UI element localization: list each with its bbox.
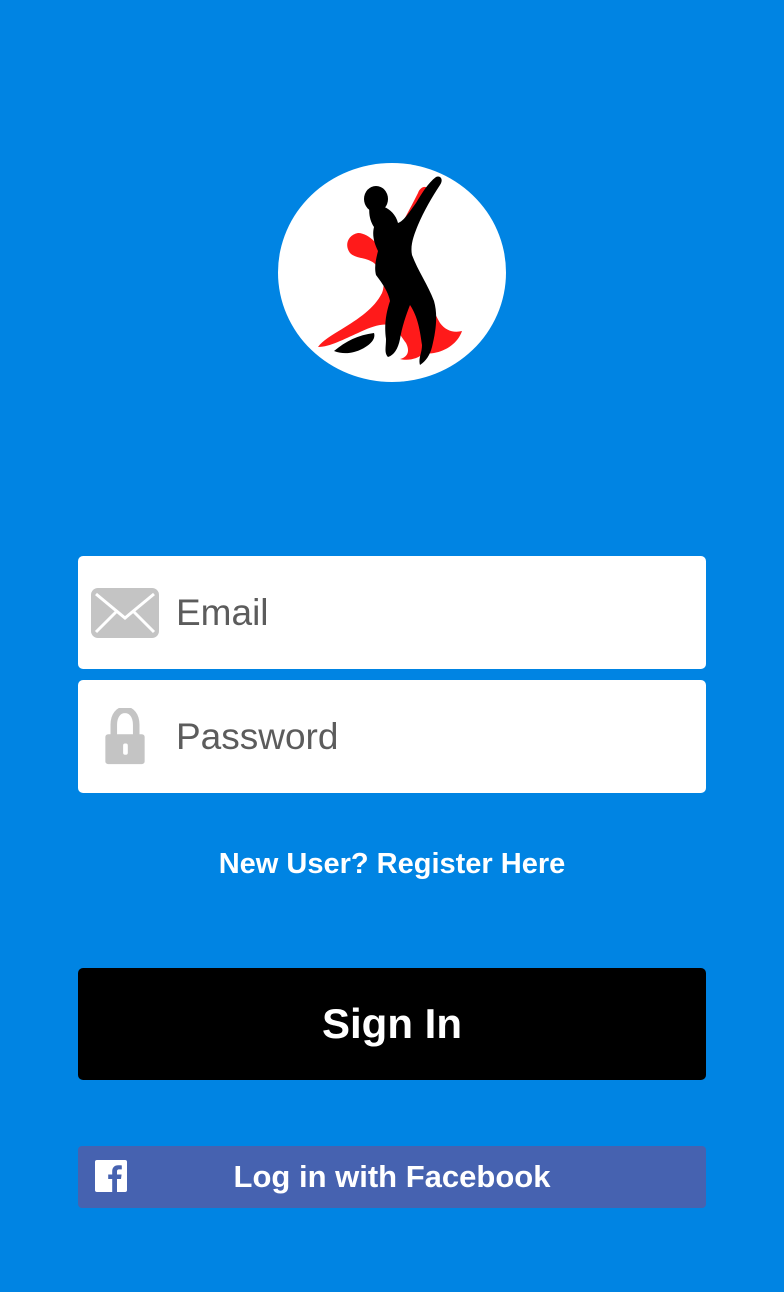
envelope-icon <box>90 584 160 642</box>
facebook-login-label: Log in with Facebook <box>233 1159 551 1194</box>
email-input[interactable] <box>176 556 686 669</box>
app-logo <box>278 163 506 382</box>
password-field[interactable] <box>78 680 706 793</box>
padlock-icon <box>90 708 160 766</box>
facebook-login-button[interactable]: Log in with Facebook <box>78 1146 706 1208</box>
sign-in-button[interactable]: Sign In <box>78 968 706 1080</box>
register-link[interactable]: New User? Register Here <box>0 848 784 881</box>
password-input[interactable] <box>176 680 686 793</box>
tango-dancers-logo-icon <box>318 176 462 365</box>
email-field[interactable] <box>78 556 706 669</box>
